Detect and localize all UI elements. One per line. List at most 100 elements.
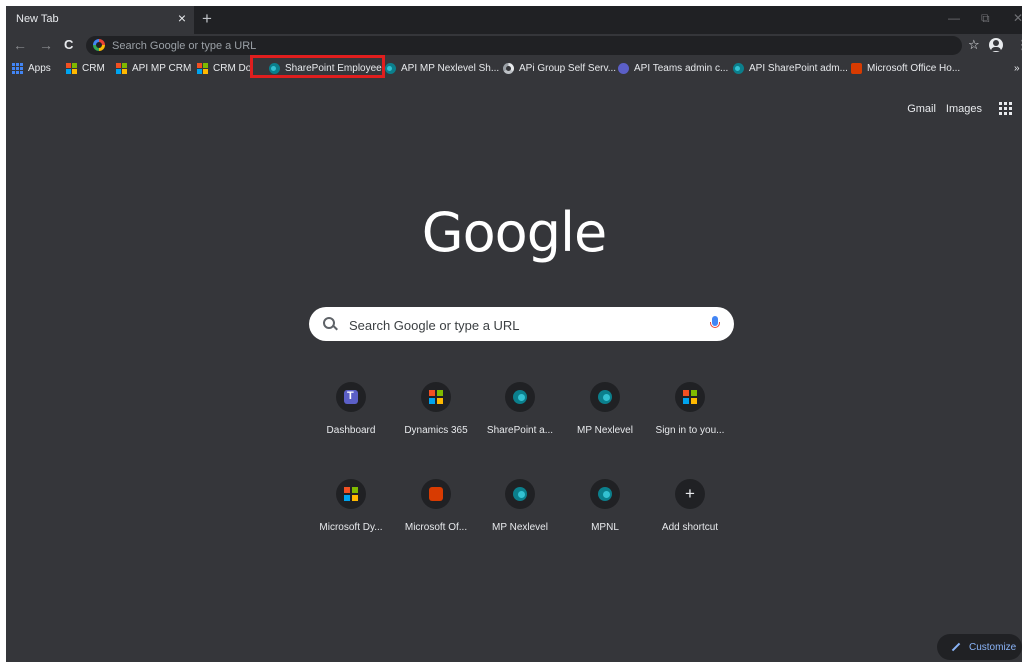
shortcut-icon-bg — [336, 479, 366, 509]
bookmark-label: APi Group Self Serv... — [519, 62, 617, 74]
bookmark-api-teams-admin[interactable]: API Teams admin c... — [618, 60, 728, 76]
customize-label: Customize — [969, 642, 1017, 653]
shortcut-sharepoint[interactable]: SharePoint a... — [476, 382, 564, 454]
tab-new-tab[interactable]: New Tab × — [6, 6, 194, 34]
bookmark-label: API Teams admin c... — [634, 62, 729, 74]
teams-icon — [344, 390, 358, 404]
shortcut-dashboard[interactable]: Dashboard — [307, 382, 395, 454]
header-links: Gmail Images — [897, 102, 1012, 115]
bookmark-api-sharepoint-admin[interactable]: API SharePoint adm... — [733, 60, 848, 76]
shortcut-icon-bg — [336, 382, 366, 412]
bookmark-label: API MP Nexlevel Sh... — [401, 62, 500, 74]
shortcut-label: Sign in to you... — [655, 425, 725, 436]
shortcut-icon-bg — [421, 479, 451, 509]
bookmark-crm-docs[interactable]: CRM Do — [197, 60, 251, 76]
omnibox-input[interactable] — [110, 37, 934, 55]
shortcut-mp-nexlevel-2[interactable]: MP Nexlevel — [476, 479, 564, 551]
back-arrow-icon[interactable]: ← — [13, 37, 27, 53]
bookmark-label: Apps — [28, 62, 51, 74]
bookmark-api-mp-nexlevel[interactable]: API MP Nexlevel Sh... — [385, 60, 499, 76]
bookmark-sharepoint-employee[interactable]: SharePoint Employee — [269, 60, 382, 76]
microsoft-icon — [66, 62, 77, 74]
office-icon — [429, 487, 443, 501]
shortcut-label: MPNL — [591, 522, 619, 533]
shortcut-icon-bg — [505, 479, 535, 509]
chrome-icon — [503, 62, 514, 74]
microphone-icon[interactable] — [710, 316, 720, 328]
bookmark-label: CRM — [82, 62, 105, 74]
shortcut-icon-bg — [675, 382, 705, 412]
teams-icon — [618, 62, 629, 74]
microsoft-icon — [116, 62, 127, 74]
apps-grid-icon — [12, 62, 23, 74]
images-link[interactable]: Images — [946, 103, 982, 115]
shortcut-icon-bg: + — [675, 479, 705, 509]
shortcut-mp-nexlevel[interactable]: MP Nexlevel — [561, 382, 649, 454]
shortcut-label: MP Nexlevel — [577, 425, 633, 436]
shortcut-microsoft-dynamics[interactable]: Microsoft Dy... — [307, 479, 395, 551]
shortcut-microsoft-office[interactable]: Microsoft Of... — [392, 479, 480, 551]
bookmark-label: API SharePoint adm... — [749, 62, 848, 74]
minimize-icon[interactable]: — — [948, 11, 960, 25]
search-input[interactable] — [347, 316, 701, 334]
bookmark-label: Microsoft Office Ho... — [867, 62, 961, 74]
window-close-icon[interactable]: ✕ — [1013, 11, 1022, 25]
tab-title: New Tab — [16, 13, 59, 25]
customize-button[interactable]: Customize — [937, 634, 1022, 660]
shortcut-label: Microsoft Of... — [404, 522, 468, 533]
browser-window: New Tab × + — ⧉ ✕ ← → C ☆ ⋮ Apps CRM API… — [6, 6, 1022, 662]
search-box[interactable] — [309, 307, 734, 341]
bookmark-api-group-self-service[interactable]: APi Group Self Serv... — [503, 60, 616, 76]
shortcut-icon-bg — [505, 382, 535, 412]
bookmarks-overflow-icon[interactable]: » — [1014, 60, 1020, 76]
reload-icon[interactable]: C — [64, 37, 73, 52]
google-logo: Google — [421, 201, 607, 264]
google-icon — [93, 39, 105, 51]
sharepoint-icon — [513, 487, 527, 501]
sharepoint-icon — [513, 390, 527, 404]
tab-close-icon[interactable]: × — [178, 10, 186, 26]
sharepoint-icon — [598, 487, 612, 501]
shortcut-label: Microsoft Dy... — [319, 522, 383, 533]
bookmark-microsoft-office-home[interactable]: Microsoft Office Ho... — [851, 60, 960, 76]
search-icon — [323, 317, 335, 329]
plus-icon: + — [685, 484, 695, 503]
add-shortcut-button[interactable]: + Add shortcut — [646, 479, 734, 551]
gmail-link[interactable]: Gmail — [907, 103, 936, 115]
new-tab-button[interactable]: + — [202, 9, 212, 29]
bookmark-api-mp-crm[interactable]: API MP CRM — [116, 60, 191, 76]
shortcut-dynamics-365[interactable]: Dynamics 365 — [392, 382, 480, 454]
bookmark-star-icon[interactable]: ☆ — [968, 37, 980, 53]
restore-icon[interactable]: ⧉ — [981, 11, 990, 26]
omnibox[interactable] — [86, 36, 962, 55]
shortcut-icon-bg — [590, 382, 620, 412]
tab-strip: New Tab × + — ⧉ ✕ — [6, 6, 1022, 34]
shortcut-label: Dashboard — [326, 425, 376, 436]
sharepoint-icon — [733, 62, 744, 74]
shortcut-label: Add shortcut — [661, 522, 719, 533]
bookmark-label: API MP CRM — [132, 62, 192, 74]
google-apps-icon[interactable] — [999, 102, 1012, 115]
bookmarks-bar: Apps CRM API MP CRM CRM Do SharePoint Em… — [6, 58, 1022, 78]
microsoft-icon — [197, 62, 208, 74]
sharepoint-icon — [598, 390, 612, 404]
profile-avatar-icon[interactable] — [989, 38, 1003, 52]
bookmark-crm[interactable]: CRM — [66, 60, 105, 76]
bookmark-label: CRM Do — [213, 62, 252, 74]
shortcut-label: SharePoint a... — [486, 425, 554, 436]
shortcut-icon-bg — [590, 479, 620, 509]
microsoft-icon — [344, 487, 358, 501]
forward-arrow-icon[interactable]: → — [39, 37, 53, 53]
sharepoint-icon — [385, 62, 396, 74]
bookmark-apps[interactable]: Apps — [12, 60, 51, 76]
bookmark-label: SharePoint Employee — [285, 62, 382, 74]
pencil-icon — [951, 642, 961, 652]
office-icon — [851, 62, 862, 74]
shortcut-sign-in[interactable]: Sign in to you... — [646, 382, 734, 454]
shortcut-icon-bg — [421, 382, 451, 412]
shortcut-label: Dynamics 365 — [404, 425, 468, 436]
shortcut-mpnl[interactable]: MPNL — [561, 479, 649, 551]
menu-dots-icon[interactable]: ⋮ — [1016, 37, 1022, 53]
microsoft-icon — [683, 390, 697, 404]
toolbar: ← → C ☆ ⋮ — [6, 34, 1022, 58]
